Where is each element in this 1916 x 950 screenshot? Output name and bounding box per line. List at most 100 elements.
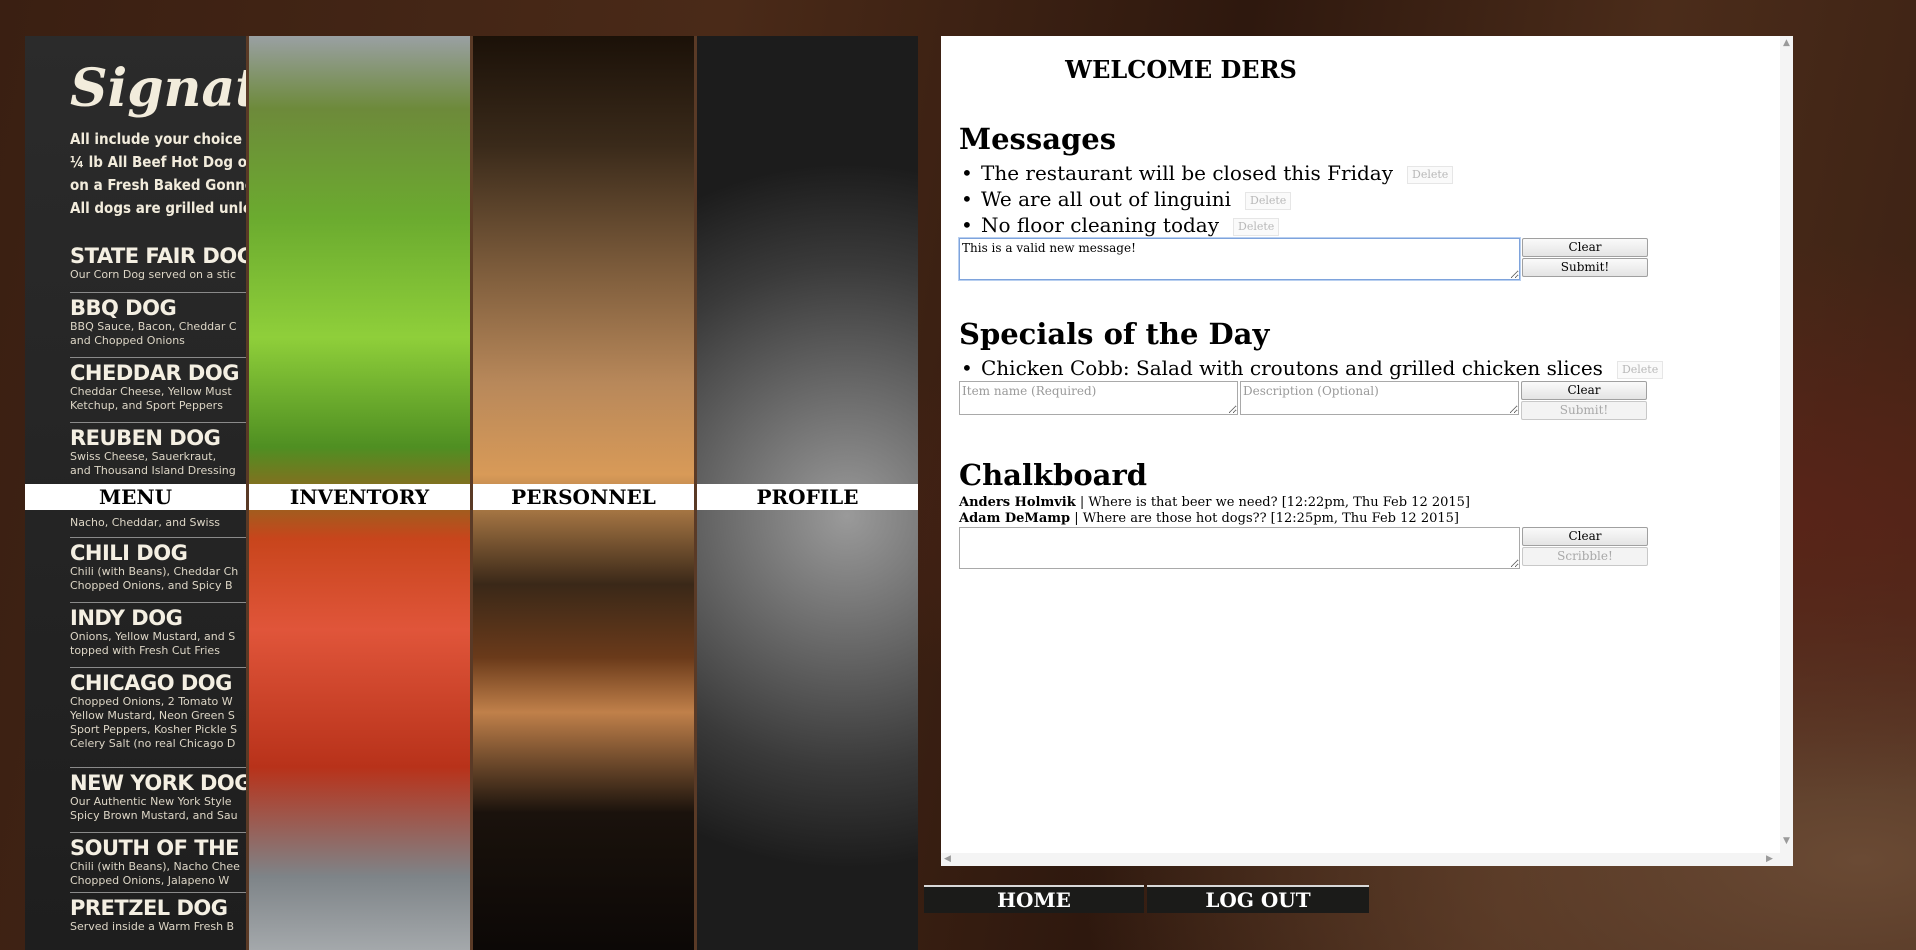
- personnel-panel[interactable]: PERSONNEL: [473, 36, 697, 950]
- menu-item-description: Spicy Brown Mustard, and Sau: [70, 809, 238, 822]
- menu-item-description: Our Authentic New York Style: [70, 795, 232, 808]
- menu-item-name: BBQ DOG: [70, 296, 177, 320]
- list-item: The restaurant will be closed this Frida…: [959, 160, 1454, 186]
- menu-panel[interactable]: Signatu All include your choice of o ¼ l…: [25, 36, 249, 950]
- chalkboard-menu-intro: All include your choice of o ¼ lb All Be…: [70, 130, 248, 217]
- new-message-input[interactable]: This is a valid new message!: [958, 237, 1521, 281]
- messages-list: The restaurant will be closed this Frida…: [959, 160, 1454, 238]
- messages-submit-button[interactable]: Submit!: [1522, 258, 1648, 277]
- chalkboard-menu-item: REUBEN DOG Swiss Cheese, Sauerkraut, and T…: [70, 426, 236, 478]
- menu-item-description: and Chopped Onions: [70, 334, 185, 347]
- menu-divider: [70, 602, 246, 603]
- menu-divider: [70, 422, 246, 423]
- menu-item-description: Served inside a Warm Fresh B: [70, 920, 235, 933]
- chalkboard-entries: Anders Holmvik | Where is that beer we n…: [959, 495, 1470, 527]
- menu-item-name: SOUTH OF THE BOR: [70, 836, 246, 860]
- menu-item-description: Yellow Mustard, Neon Green S: [70, 709, 235, 722]
- vertical-scrollbar[interactable]: ▲ ▼: [1780, 36, 1793, 866]
- menu-item-description: and Thousand Island Dressing: [70, 464, 236, 477]
- chalkboard-input[interactable]: [959, 527, 1520, 569]
- menu-item-name: STATE FAIR DOG: [70, 244, 249, 268]
- scroll-left-icon[interactable]: ◀: [944, 854, 951, 864]
- menu-item-description: Ketchup, and Sport Peppers: [70, 399, 223, 412]
- menu-item-description: Celery Salt (no real Chicago D: [70, 737, 236, 750]
- chalkboard-menu-item: INDY DOG Onions, Yellow Mustard, and Stop…: [70, 606, 235, 658]
- nav-inventory[interactable]: INVENTORY: [249, 484, 470, 510]
- menu-item-description: Cheddar Cheese, Yellow Must: [70, 385, 232, 398]
- menu-item-description: Chopped Onions, 2 Tomato W: [70, 695, 233, 708]
- special-name-input[interactable]: [959, 381, 1238, 415]
- specials-clear-button[interactable]: Clear: [1521, 381, 1647, 400]
- dashboard-content: WELCOME DERS Messages The restaurant wil…: [941, 36, 1793, 866]
- scroll-up-icon[interactable]: ▲: [1783, 38, 1790, 48]
- delete-button[interactable]: Delete: [1407, 165, 1454, 184]
- chalkboard-menu-item: CHILI DOG Chili (with Beans), Cheddar Ch C…: [70, 541, 238, 593]
- chalkboard-menu-title: Signatu: [70, 58, 246, 119]
- entry-text: | Where is that beer we need? [12:22pm, …: [1075, 495, 1471, 510]
- messages-clear-button[interactable]: Clear: [1522, 238, 1648, 257]
- chalkboard-menu-item: STATE FAIR DOG Our Corn Dog served on a s…: [70, 244, 249, 282]
- menu-divider: [70, 892, 246, 893]
- menu-item-name: NEW YORK DOG: [70, 771, 249, 795]
- chalkboard-entry: Anders Holmvik | Where is that beer we n…: [959, 495, 1470, 511]
- menu-item-name: CHILI DOG: [70, 541, 188, 565]
- menu-item-description: Swiss Cheese, Sauerkraut,: [70, 450, 217, 463]
- chalkboard-clear-button[interactable]: Clear: [1522, 527, 1648, 546]
- menu-item-description: Onions, Yellow Mustard, and S: [70, 630, 236, 643]
- menu-item-description: Chopped Onions, and Spicy B: [70, 579, 233, 592]
- menu-item-name: INDY DOG: [70, 606, 183, 630]
- menu-divider: [70, 537, 246, 538]
- menu-item-name: CHICAGO DOG: [70, 671, 232, 695]
- list-item: Chicken Cobb: Salad with croutons and gr…: [959, 355, 1664, 381]
- entry-author: Adam DeMamp: [959, 511, 1071, 526]
- chalkboard-menu-item: BBQ DOG BBQ Sauce, Bacon, Cheddar Cand Ch…: [70, 296, 237, 348]
- menu-item-description: Our Corn Dog served on a stic: [70, 268, 236, 281]
- menu-divider: [70, 832, 246, 833]
- menu-item-name: PRETZEL DOG: [70, 896, 228, 920]
- chalkboard-menu-item: NEW YORK DOG Our Authentic New York Style…: [70, 771, 249, 823]
- logout-button[interactable]: LOG OUT: [1147, 885, 1369, 913]
- menu-item-name: CHEDDAR DOG: [70, 361, 239, 385]
- horizontal-scrollbar[interactable]: ◀ ▶: [941, 853, 1780, 866]
- chalkboard-menu-item: CHICAGO DOG Chopped Onions, 2 Tomato W Yel…: [70, 671, 237, 751]
- menu-item-description: Chili (with Beans), Cheddar Ch: [70, 565, 239, 578]
- chalkboard-menu-item: SOUTH OF THE BORChili (with Beans), Nach…: [70, 836, 246, 888]
- scroll-right-icon[interactable]: ▶: [1766, 854, 1773, 864]
- scroll-down-icon[interactable]: ▼: [1783, 836, 1790, 846]
- list-item: No floor cleaning todayDelete: [959, 212, 1453, 238]
- chalkboard-scribble-button[interactable]: Scribble!: [1522, 547, 1648, 566]
- chalkboard-entry: Adam DeMamp | Where are those hot dogs??…: [959, 511, 1470, 527]
- list-item: We are all out of linguiniDelete: [959, 186, 1453, 212]
- nav-profile[interactable]: PROFILE: [697, 484, 918, 510]
- profile-panel[interactable]: PROFILE: [697, 36, 918, 950]
- welcome-heading: WELCOME DERS: [1065, 55, 1297, 84]
- chalkboard-menu-item: CHEDDAR DOG Cheddar Cheese, Yellow Must Ke…: [70, 361, 239, 413]
- home-button[interactable]: HOME: [924, 885, 1144, 913]
- menu-divider: [70, 357, 246, 358]
- delete-button[interactable]: Delete: [1616, 360, 1664, 379]
- menu-item-description: Nacho, Cheddar, and Swiss: [70, 516, 221, 529]
- nav-menu[interactable]: MENU: [25, 484, 246, 510]
- delete-button[interactable]: Delete: [1245, 191, 1292, 210]
- inventory-panel[interactable]: INVENTORY: [249, 36, 473, 950]
- menu-item-description: BBQ Sauce, Bacon, Cheddar C: [70, 320, 237, 333]
- nav-personnel[interactable]: PERSONNEL: [473, 484, 694, 510]
- messages-title: Messages: [959, 122, 1117, 156]
- specials-submit-button[interactable]: Submit!: [1521, 401, 1647, 420]
- menu-item-description: Chopped Onions, Jalapeno W: [70, 874, 230, 887]
- delete-button[interactable]: Delete: [1233, 217, 1280, 236]
- chalkboard-menu-item: PRETZEL DOG Served inside a Warm Fresh B: [70, 896, 234, 934]
- menu-divider: [70, 767, 246, 768]
- entry-text: | Where are those hot dogs?? [12:25pm, T…: [1070, 511, 1459, 526]
- specials-title: Specials of the Day: [959, 317, 1270, 351]
- menu-divider: [70, 667, 246, 668]
- entry-author: Anders Holmvik: [959, 495, 1076, 510]
- menu-item-description: Chili (with Beans), Nacho Chee: [70, 860, 240, 873]
- chalkboard-title: Chalkboard: [959, 458, 1148, 492]
- menu-item-description: Sport Peppers, Kosher Pickle S: [70, 723, 238, 736]
- chalkboard-menu-item: Nacho, Cheddar, and Swiss: [70, 516, 220, 530]
- menu-item-name: REUBEN DOG: [70, 426, 221, 450]
- special-description-input[interactable]: [1240, 381, 1519, 415]
- specials-list: Chicken Cobb: Salad with croutons and gr…: [959, 355, 1664, 381]
- menu-divider: [70, 292, 246, 293]
